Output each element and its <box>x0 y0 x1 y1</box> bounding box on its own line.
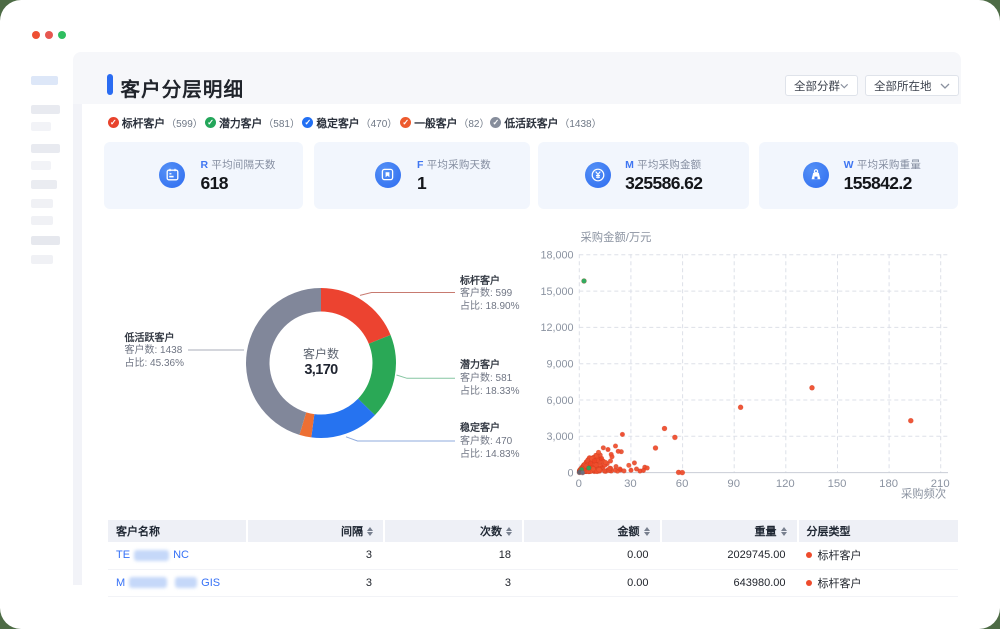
svg-text:60: 60 <box>676 478 689 490</box>
svg-text:采购频次: 采购频次 <box>901 487 946 501</box>
svg-text:0: 0 <box>576 478 582 490</box>
svg-text:3,000: 3,000 <box>546 431 573 443</box>
svg-text:90: 90 <box>727 478 740 490</box>
svg-text:180: 180 <box>879 478 898 490</box>
svg-text:150: 150 <box>828 478 847 490</box>
svg-text:15,000: 15,000 <box>540 286 573 298</box>
svg-text:18,000: 18,000 <box>540 250 573 262</box>
svg-text:120: 120 <box>776 478 795 490</box>
svg-text:6,000: 6,000 <box>546 395 573 407</box>
svg-text:210: 210 <box>931 478 950 490</box>
svg-text:30: 30 <box>624 478 637 490</box>
svg-text:9,000: 9,000 <box>546 359 573 371</box>
svg-text:0: 0 <box>567 467 573 479</box>
svg-text:12,000: 12,000 <box>540 322 573 334</box>
svg-text:采购金额/万元: 采购金额/万元 <box>581 230 652 244</box>
